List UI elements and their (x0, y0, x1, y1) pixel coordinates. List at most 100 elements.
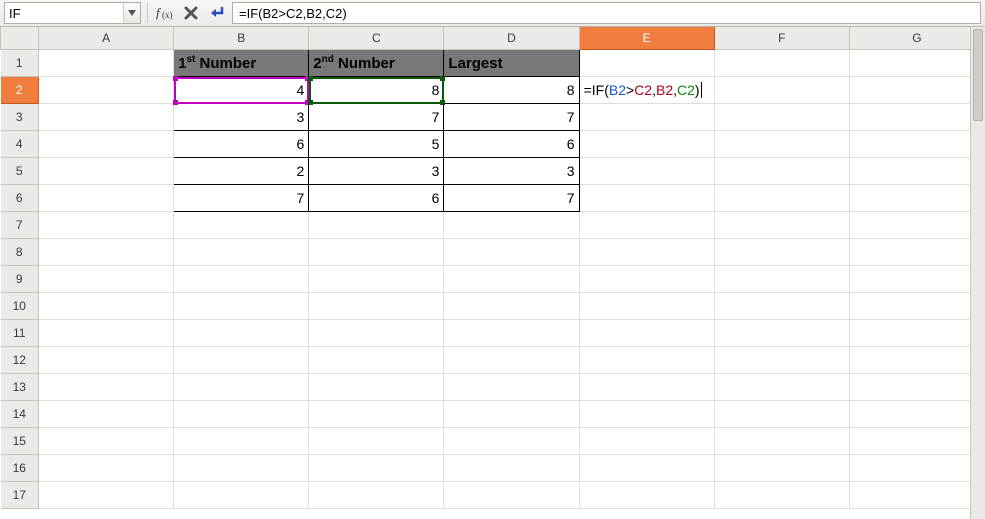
accept-button[interactable] (206, 2, 228, 24)
cell-E4[interactable] (579, 131, 714, 158)
cell-G9[interactable] (849, 266, 984, 293)
cell-C8[interactable] (309, 239, 444, 266)
col-header-D[interactable]: D (444, 27, 579, 50)
cell-B3[interactable]: 3 (174, 104, 309, 131)
select-all-corner[interactable] (1, 27, 39, 50)
row-header-10[interactable]: 10 (1, 293, 39, 320)
row-header-14[interactable]: 14 (1, 401, 39, 428)
cell-A9[interactable] (39, 266, 174, 293)
cell-B4[interactable]: 6 (174, 131, 309, 158)
cell-B8[interactable] (174, 239, 309, 266)
cell-A13[interactable] (39, 374, 174, 401)
cell-A12[interactable] (39, 347, 174, 374)
cell-C16[interactable] (309, 455, 444, 482)
cell-D17[interactable] (444, 482, 579, 509)
cell-A15[interactable] (39, 428, 174, 455)
cell-G17[interactable] (849, 482, 984, 509)
cell-C13[interactable] (309, 374, 444, 401)
cell-B1[interactable]: 1st Number (174, 50, 309, 77)
cell-A5[interactable] (39, 158, 174, 185)
cell-C11[interactable] (309, 320, 444, 347)
cell-E12[interactable] (579, 347, 714, 374)
cell-D9[interactable] (444, 266, 579, 293)
cell-G14[interactable] (849, 401, 984, 428)
cell-F6[interactable] (714, 185, 849, 212)
cell-D7[interactable] (444, 212, 579, 239)
cell-E3[interactable] (579, 104, 714, 131)
cell-C6[interactable]: 6 (309, 185, 444, 212)
cell-E9[interactable] (579, 266, 714, 293)
col-header-C[interactable]: C (309, 27, 444, 50)
cell-G5[interactable] (849, 158, 984, 185)
cell-G11[interactable] (849, 320, 984, 347)
cell-C3[interactable]: 7 (309, 104, 444, 131)
cell-D12[interactable] (444, 347, 579, 374)
cell-D15[interactable] (444, 428, 579, 455)
cell-G15[interactable] (849, 428, 984, 455)
row-header-4[interactable]: 4 (1, 131, 39, 158)
cell-C12[interactable] (309, 347, 444, 374)
cell-B12[interactable] (174, 347, 309, 374)
cell-A11[interactable] (39, 320, 174, 347)
cell-G1[interactable] (849, 50, 984, 77)
cell-F4[interactable] (714, 131, 849, 158)
cell-B7[interactable] (174, 212, 309, 239)
cell-F7[interactable] (714, 212, 849, 239)
name-box[interactable] (4, 2, 141, 24)
cell-F2[interactable] (714, 77, 849, 104)
cell-E1[interactable] (579, 50, 714, 77)
cell-G4[interactable] (849, 131, 984, 158)
vertical-scrollbar[interactable] (970, 27, 985, 519)
cell-C15[interactable] (309, 428, 444, 455)
cell-B15[interactable] (174, 428, 309, 455)
cell-D10[interactable] (444, 293, 579, 320)
cell-D11[interactable] (444, 320, 579, 347)
cell-A14[interactable] (39, 401, 174, 428)
cell-F11[interactable] (714, 320, 849, 347)
cell-B17[interactable] (174, 482, 309, 509)
cell-B10[interactable] (174, 293, 309, 320)
cell-E10[interactable] (579, 293, 714, 320)
row-header-8[interactable]: 8 (1, 239, 39, 266)
cell-D8[interactable] (444, 239, 579, 266)
cell-C14[interactable] (309, 401, 444, 428)
cell-G7[interactable] (849, 212, 984, 239)
cell-F13[interactable] (714, 374, 849, 401)
row-header-13[interactable]: 13 (1, 374, 39, 401)
cell-F8[interactable] (714, 239, 849, 266)
formula-input[interactable] (232, 2, 981, 24)
cell-D1[interactable]: Largest (444, 50, 579, 77)
cell-F16[interactable] (714, 455, 849, 482)
cell-B16[interactable] (174, 455, 309, 482)
row-header-16[interactable]: 16 (1, 455, 39, 482)
cell-D3[interactable]: 7 (444, 104, 579, 131)
cell-E8[interactable] (579, 239, 714, 266)
cell-G13[interactable] (849, 374, 984, 401)
row-header-7[interactable]: 7 (1, 212, 39, 239)
cell-D14[interactable] (444, 401, 579, 428)
name-box-input[interactable] (5, 3, 123, 23)
row-header-17[interactable]: 17 (1, 482, 39, 509)
cell-G3[interactable] (849, 104, 984, 131)
cell-D2[interactable]: 8 (444, 77, 579, 104)
cell-G12[interactable] (849, 347, 984, 374)
cell-C17[interactable] (309, 482, 444, 509)
cell-B5[interactable]: 2 (174, 158, 309, 185)
col-header-B[interactable]: B (174, 27, 309, 50)
cell-C7[interactable] (309, 212, 444, 239)
cell-A3[interactable] (39, 104, 174, 131)
cell-F14[interactable] (714, 401, 849, 428)
cell-A16[interactable] (39, 455, 174, 482)
cell-G2[interactable] (849, 77, 984, 104)
cell-G8[interactable] (849, 239, 984, 266)
row-header-1[interactable]: 1 (1, 50, 39, 77)
cell-C9[interactable] (309, 266, 444, 293)
cell-B11[interactable] (174, 320, 309, 347)
cell-F12[interactable] (714, 347, 849, 374)
cell-C10[interactable] (309, 293, 444, 320)
cell-E16[interactable] (579, 455, 714, 482)
col-header-G[interactable]: G (849, 27, 984, 50)
cell-A4[interactable] (39, 131, 174, 158)
cell-C5[interactable]: 3 (309, 158, 444, 185)
cell-E15[interactable] (579, 428, 714, 455)
